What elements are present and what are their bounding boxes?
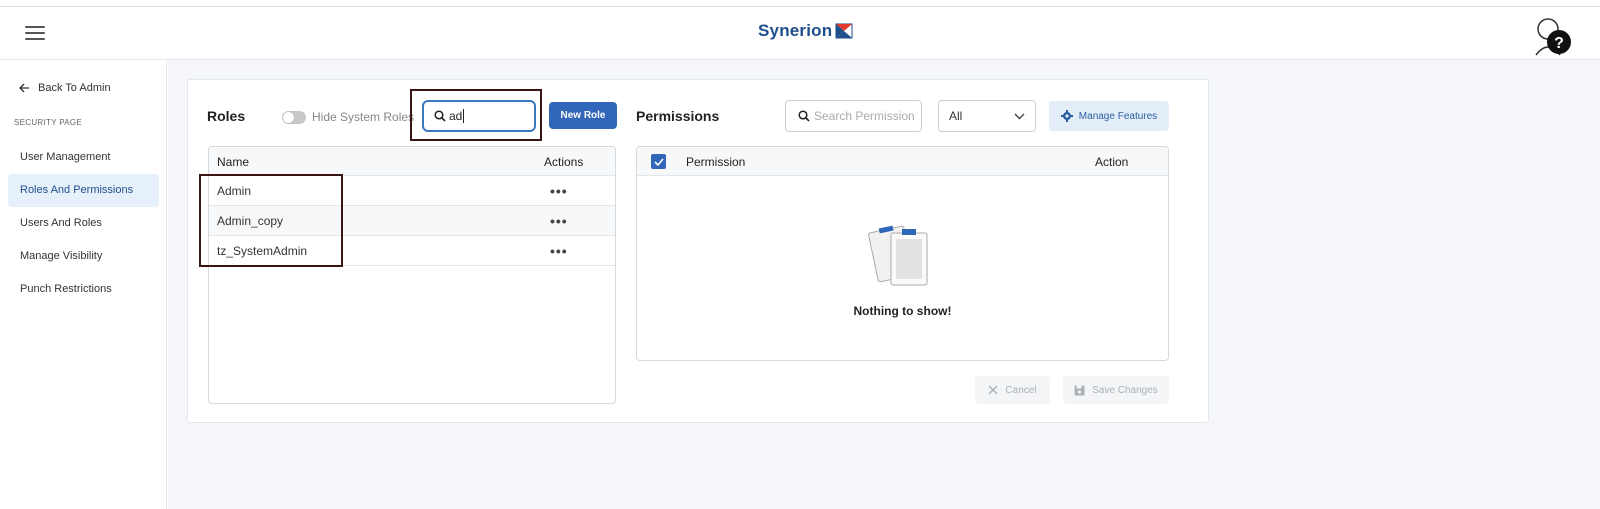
logo-flag-icon	[835, 23, 853, 39]
close-icon	[988, 385, 998, 395]
back-to-admin-label: Back To Admin	[38, 82, 111, 94]
sidebar-item-manage-visibility[interactable]: Manage Visibility	[8, 240, 159, 273]
more-actions-icon[interactable]: •••	[550, 243, 568, 259]
save-icon	[1074, 385, 1085, 395]
chevron-down-icon	[1014, 113, 1025, 119]
gear-icon	[1060, 110, 1073, 122]
roles-table-header: Name Actions	[209, 147, 615, 176]
main-content: Roles Hide System Roles ad New Role Name…	[168, 60, 1600, 509]
sidebar-item-users-and-roles[interactable]: Users And Roles	[8, 207, 159, 240]
sidebar-item-user-management[interactable]: User Management	[8, 141, 159, 174]
cancel-label: Cancel	[1005, 384, 1037, 396]
permission-search-placeholder: Search Permission	[814, 109, 915, 123]
sidebar: Back To Admin SECURITY PAGE User Managem…	[0, 60, 167, 509]
check-icon	[653, 157, 664, 166]
toggle-switch[interactable]	[282, 110, 306, 124]
manage-features-label: Manage Features	[1078, 110, 1158, 122]
permission-filter-select[interactable]: All	[938, 100, 1036, 132]
empty-state-text: Nothing to show!	[853, 304, 952, 318]
manage-features-button[interactable]: Manage Features	[1049, 101, 1169, 131]
search-icon	[798, 110, 810, 122]
column-header-action: Action	[1095, 155, 1129, 169]
sidebar-item-punch-restrictions[interactable]: Punch Restrictions	[8, 273, 159, 306]
roles-title: Roles	[207, 108, 246, 124]
column-header-permission: Permission	[686, 155, 746, 169]
sidebar-item-label: Users And Roles	[20, 217, 102, 229]
app-header: Synerion ?	[0, 7, 1600, 60]
sidebar-item-label: User Management	[20, 151, 111, 163]
new-role-button[interactable]: New Role	[549, 102, 617, 129]
cancel-button[interactable]: Cancel	[975, 376, 1050, 404]
arrow-left-icon	[19, 83, 29, 93]
permissions-title: Permissions	[636, 108, 720, 124]
sidebar-item-roles-and-permissions[interactable]: Roles And Permissions	[8, 174, 159, 207]
permissions-table-header: Permission Action	[637, 147, 1168, 176]
svg-text:?: ?	[1554, 35, 1564, 52]
sidebar-item-label: Manage Visibility	[20, 250, 103, 262]
save-changes-label: Save Changes	[1092, 384, 1158, 396]
annotation-highlight-search	[410, 89, 542, 141]
permission-search-input[interactable]: Search Permission	[785, 100, 922, 132]
toggle-label: Hide System Roles	[312, 110, 415, 124]
help-question-icon[interactable]: ?	[1533, 17, 1573, 59]
filter-value: All	[949, 109, 963, 123]
sidebar-item-label: Punch Restrictions	[20, 283, 112, 295]
column-header-name: Name	[217, 155, 250, 169]
more-actions-icon[interactable]: •••	[550, 183, 568, 199]
hide-system-roles-toggle[interactable]: Hide System Roles	[282, 110, 414, 124]
select-all-checkbox[interactable]	[651, 154, 666, 169]
roles-permissions-card: Roles Hide System Roles ad New Role Name…	[187, 79, 1209, 423]
column-header-actions: Actions	[544, 155, 584, 169]
permissions-table: Permission Action Nothing to show!	[636, 146, 1169, 361]
logo-text: Synerion	[758, 21, 833, 40]
logo: Synerion	[758, 21, 853, 41]
empty-state: Nothing to show!	[637, 176, 1168, 360]
section-label: SECURITY PAGE	[14, 118, 83, 127]
annotation-highlight-rows	[199, 174, 343, 267]
save-changes-button[interactable]: Save Changes	[1063, 376, 1169, 404]
more-actions-icon[interactable]: •••	[550, 213, 568, 229]
menu-icon[interactable]	[25, 26, 45, 40]
back-to-admin-link[interactable]: Back To Admin	[19, 82, 111, 94]
sidebar-item-label: Roles And Permissions	[20, 184, 134, 196]
clipboard-icon	[868, 225, 928, 286]
